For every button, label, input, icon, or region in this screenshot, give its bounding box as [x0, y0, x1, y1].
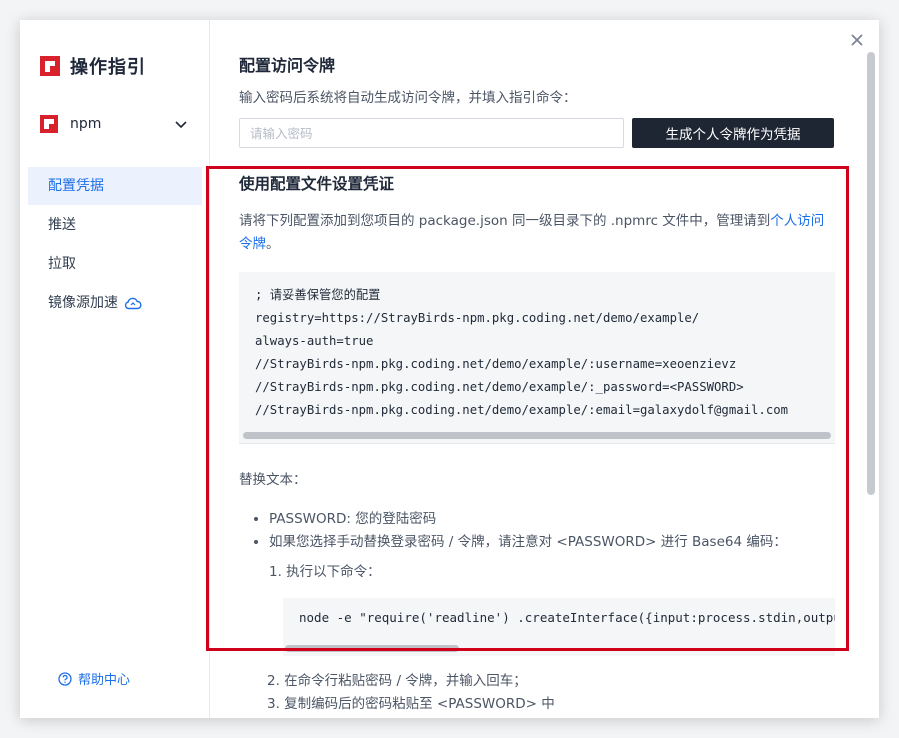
token-section-title: 配置访问令牌: [239, 56, 336, 75]
question-circle-icon: [58, 671, 72, 686]
config-desc-end: 。: [266, 236, 280, 252]
step-2: 2. 在命令行粘贴密码 / 令牌，并输入回车；: [267, 673, 527, 689]
config-desc-text: 请将下列配置添加到您项目的 package.json 同一级目录下的 .npmr…: [239, 213, 771, 229]
generate-token-button[interactable]: 生成个人令牌作为凭据: [632, 118, 834, 148]
main-content: 配置访问令牌 输入密码后系统将自动生成访问令牌，并填入指引命令： 生成个人令牌作…: [211, 20, 879, 718]
step-1: 1. 执行以下命令：: [269, 564, 381, 580]
sidebar-item-label: 拉取: [48, 256, 76, 272]
password-input[interactable]: [239, 118, 624, 148]
sidebar-item-pull[interactable]: 拉取: [28, 245, 202, 283]
step-3: 3. 复制编码后的密码粘贴至 <PASSWORD> 中: [267, 696, 555, 712]
list-item: PASSWORD: 您的登陆密码: [269, 508, 839, 531]
code-line: //StrayBirds-npm.pkg.coding.net/demo/exa…: [255, 380, 744, 394]
brand: 操作指引: [40, 53, 146, 79]
code-line: //StrayBirds-npm.pkg.coding.net/demo/exa…: [255, 403, 789, 417]
npm-package-icon: [40, 115, 58, 133]
code-line: ; 请妥善保管您的配置: [255, 288, 381, 302]
sidebar-item-push[interactable]: 推送: [28, 206, 202, 244]
sidebar-title: 操作指引: [70, 57, 146, 78]
guide-modal: 操作指引 npm 配置凭据 推送 拉取 镜像源加速 帮助中心 配置访问令牌 输入…: [20, 20, 879, 718]
sidebar-nav: 配置凭据 推送 拉取 镜像源加速: [28, 167, 202, 323]
code-horizontal-scrollbar[interactable]: [243, 432, 831, 439]
sidebar-item-credentials[interactable]: 配置凭据: [28, 167, 202, 205]
package-type-select[interactable]: npm: [40, 114, 190, 134]
replace-bullets: PASSWORD: 您的登陆密码 如果您选择手动替换登录密码 / 令牌，请注意对…: [239, 508, 839, 554]
help-center-link[interactable]: 帮助中心: [58, 669, 130, 688]
sidebar-item-label: 镜像源加速: [48, 295, 118, 311]
code-line: registry=https://StrayBirds-npm.pkg.codi…: [255, 311, 700, 325]
config-section-desc: 请将下列配置添加到您项目的 package.json 同一级目录下的 .npmr…: [239, 210, 829, 256]
npm-logo-icon: [40, 56, 60, 76]
command-code-block[interactable]: node -e "require('readline') .createInte…: [283, 598, 835, 656]
package-type-label: npm: [70, 116, 102, 132]
cloud-icon: [124, 297, 142, 310]
code-line: always-auth=true: [255, 334, 374, 348]
list-item: 如果您选择手动替换登录密码 / 令牌，请注意对 <PASSWORD> 进行 Ba…: [269, 531, 839, 554]
command-line: node -e "require('readline') .createInte…: [299, 610, 835, 625]
sidebar-item-mirror[interactable]: 镜像源加速: [28, 284, 202, 322]
code-line: //StrayBirds-npm.pkg.coding.net/demo/exa…: [255, 357, 737, 371]
sidebar-item-label: 配置凭据: [48, 178, 104, 194]
command-horizontal-scrollbar[interactable]: [285, 645, 459, 652]
replace-text-title: 替换文本：: [239, 472, 307, 488]
chevron-down-icon: [175, 121, 187, 129]
config-section-title: 使用配置文件设置凭证: [239, 175, 395, 193]
sidebar: 操作指引 npm 配置凭据 推送 拉取 镜像源加速 帮助中心: [20, 20, 210, 718]
token-section-desc: 输入密码后系统将自动生成访问令牌，并填入指引命令：: [239, 90, 577, 106]
npmrc-code-block[interactable]: ; 请妥善保管您的配置 registry=https://StrayBirds-n…: [239, 272, 835, 444]
help-center-label: 帮助中心: [78, 673, 131, 688]
config-section: 使用配置文件设置凭证 请将下列配置添加到您项目的 package.json 同一…: [239, 172, 839, 716]
code-lines: ; 请妥善保管您的配置 registry=https://StrayBirds-n…: [255, 284, 788, 422]
sidebar-item-label: 推送: [48, 217, 76, 233]
vertical-scrollbar[interactable]: [867, 52, 875, 495]
